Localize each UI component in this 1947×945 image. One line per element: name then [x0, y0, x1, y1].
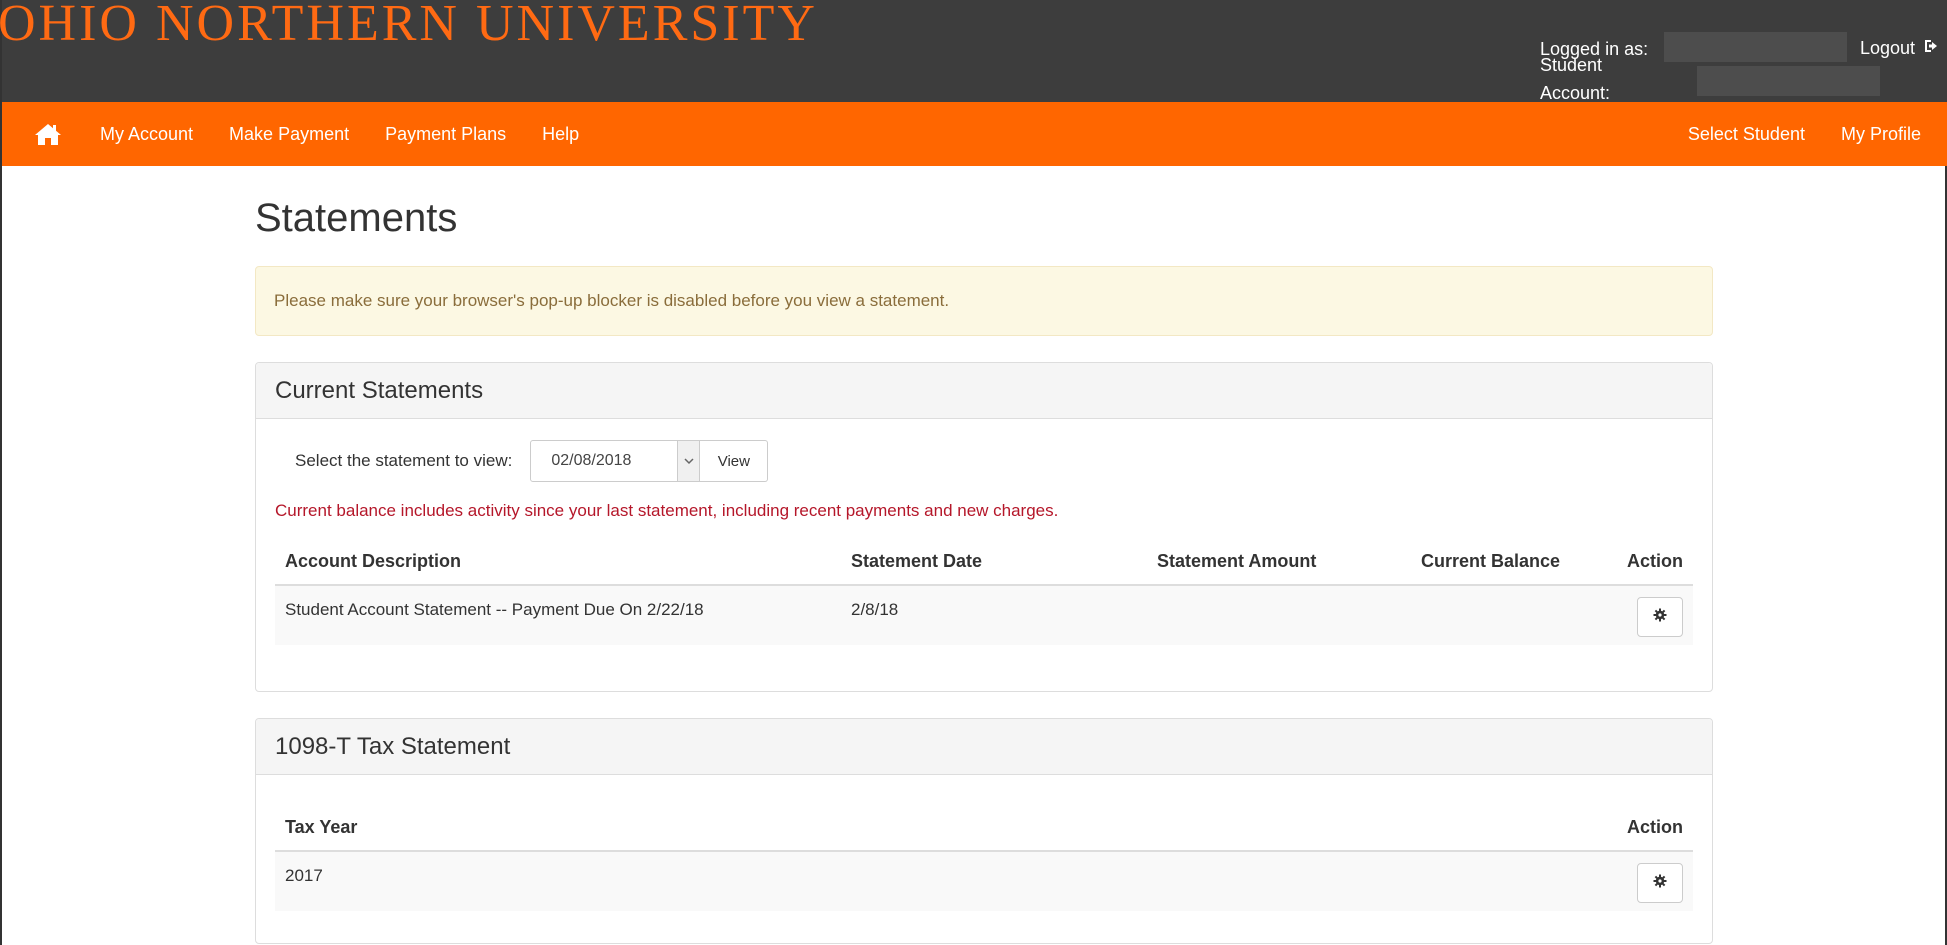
- home-icon[interactable]: [34, 122, 62, 146]
- statement-select-row: Select the statement to view: 02/08/2018…: [275, 439, 1693, 483]
- statement-amount: [1147, 585, 1411, 645]
- page-title: Statements: [255, 196, 458, 240]
- nav-make-payment[interactable]: Make Payment: [211, 102, 367, 166]
- chevron-down-icon: [677, 441, 700, 481]
- tax-action-cell: [1053, 851, 1693, 911]
- table-header-row: Tax Year Action: [275, 805, 1693, 852]
- gear-icon: [1653, 873, 1667, 893]
- table-row: 2017: [275, 851, 1693, 911]
- main-navbar: My Account Make Payment Payment Plans He…: [2, 102, 1947, 166]
- main-content: Statements Please make sure your browser…: [255, 166, 1713, 944]
- tax-year-value: 2017: [275, 851, 1054, 911]
- nav-payment-plans[interactable]: Payment Plans: [367, 102, 524, 166]
- tax-statement-panel: 1098-T Tax Statement Tax Year Action 201…: [255, 718, 1713, 944]
- logout-icon: [1923, 34, 1939, 62]
- nav-my-profile[interactable]: My Profile: [1823, 102, 1939, 166]
- nav-help[interactable]: Help: [524, 102, 597, 166]
- current-statements-panel: Current Statements Select the statement …: [255, 362, 1713, 692]
- nav-select-student[interactable]: Select Student: [1670, 102, 1823, 166]
- col-current-balance: Current Balance: [1411, 539, 1611, 586]
- col-action: Action: [1611, 539, 1693, 586]
- view-button[interactable]: View: [700, 440, 769, 482]
- table-row: Student Account Statement -- Payment Due…: [275, 585, 1693, 645]
- student-account-redacted: [1697, 66, 1880, 96]
- statement-action-button[interactable]: [1637, 596, 1683, 637]
- logged-in-user-redacted: [1664, 32, 1847, 62]
- statement-select-label: Select the statement to view:: [295, 451, 513, 470]
- tax-action-button[interactable]: [1637, 862, 1683, 903]
- popup-blocker-alert: Please make sure your browser's pop-up b…: [255, 266, 1713, 336]
- statement-action-cell: [1611, 585, 1693, 645]
- tax-statement-table: Tax Year Action 2017: [275, 805, 1693, 911]
- tax-statement-heading: 1098-T Tax Statement: [256, 719, 1712, 775]
- statement-date-value: 02/08/2018: [551, 452, 632, 469]
- col-statement-date: Statement Date: [841, 539, 1147, 586]
- nav-left: My Account Make Payment Payment Plans He…: [100, 102, 597, 166]
- statement-description: Student Account Statement -- Payment Due…: [275, 585, 841, 645]
- user-info: Logged in as: Student Account:: [1540, 34, 1665, 103]
- top-header: OHIO NORTHERN UNIVERSITY Logged in as: S…: [0, 0, 1947, 103]
- table-header-row: Account Description Statement Date State…: [275, 539, 1693, 586]
- statement-date: 2/8/18: [841, 585, 1147, 645]
- gear-icon: [1653, 607, 1667, 627]
- statement-date-select[interactable]: 02/08/2018: [530, 440, 701, 482]
- nav-my-account[interactable]: My Account: [100, 102, 211, 166]
- university-logo: OHIO NORTHERN UNIVERSITY: [0, 0, 818, 52]
- current-balance: [1411, 585, 1611, 645]
- student-account-label: Student Account:: [1540, 55, 1611, 103]
- current-statements-table: Account Description Statement Date State…: [275, 539, 1693, 645]
- balance-note: Current balance includes activity since …: [275, 501, 1059, 520]
- logout-link[interactable]: Logout: [1860, 34, 1939, 62]
- col-tax-year: Tax Year: [275, 805, 1054, 852]
- col-account-description: Account Description: [275, 539, 841, 586]
- col-tax-action: Action: [1053, 805, 1693, 852]
- col-statement-amount: Statement Amount: [1147, 539, 1411, 586]
- nav-right: Select Student My Profile: [1670, 102, 1939, 166]
- current-statements-heading: Current Statements: [256, 363, 1712, 419]
- logout-label: Logout: [1860, 38, 1916, 58]
